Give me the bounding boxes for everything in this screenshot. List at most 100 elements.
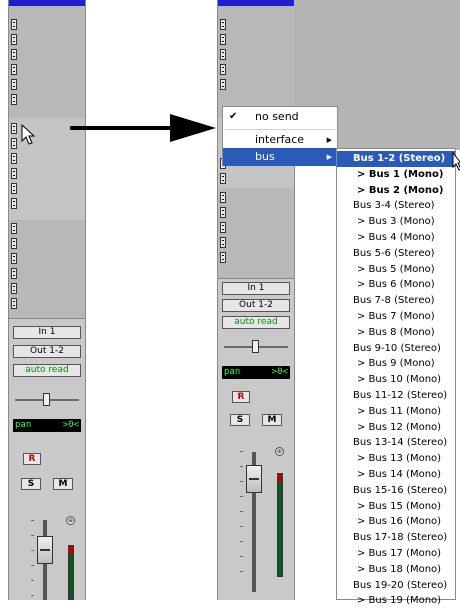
check-icon: ✔: [229, 111, 238, 122]
bus-menu-item[interactable]: Bus 5-6 (Stereo): [337, 246, 455, 262]
send-slot[interactable]: [11, 283, 17, 294]
menu-item-label: interface: [255, 133, 305, 146]
bus-menu-item[interactable]: Bus 17-18 (Stereo): [337, 530, 455, 546]
insert-slot[interactable]: [11, 34, 17, 45]
send-slot[interactable]: [220, 192, 226, 203]
send-slot[interactable]: [11, 223, 17, 234]
menu-item-interface[interactable]: interface ▶: [223, 131, 337, 149]
bus-menu-item[interactable]: > Bus 15 (Mono): [337, 499, 455, 515]
insert-slot[interactable]: [220, 79, 226, 90]
bus-menu-item[interactable]: Bus 11-12 (Stereo): [337, 388, 455, 404]
right-arrow-icon: [70, 114, 216, 142]
insert-slot[interactable]: [220, 19, 226, 30]
send-assignment-menu: ✔ no send interface ▶ bus ▶: [222, 106, 338, 166]
send-slot[interactable]: [11, 238, 17, 249]
bus-menu-item[interactable]: > Bus 19 (Mono): [337, 593, 455, 609]
submenu-arrow-icon: ▶: [326, 153, 332, 161]
automation-mode-selector[interactable]: auto read: [222, 316, 290, 329]
send-slot[interactable]: [11, 138, 17, 149]
insert-slot[interactable]: [11, 79, 17, 90]
bus-menu-item[interactable]: Bus 15-16 (Stereo): [337, 483, 455, 499]
volume-fader-cap[interactable]: [37, 536, 53, 564]
bus-menu-item[interactable]: > Bus 10 (Mono): [337, 372, 455, 388]
send-slot[interactable]: [11, 153, 17, 164]
insert-slot[interactable]: [220, 64, 226, 75]
insert-slot[interactable]: [11, 64, 17, 75]
insert-slot[interactable]: [11, 19, 17, 30]
bus-menu-item[interactable]: Bus 9-10 (Stereo): [337, 341, 455, 357]
insert-slot[interactable]: [11, 94, 17, 105]
volume-fader-cap[interactable]: [246, 465, 262, 493]
bus-submenu: Bus 1-2 (Stereo) > Bus 1 (Mono) > Bus 2 (M…: [336, 148, 456, 606]
menu-item-bus[interactable]: bus ▶: [223, 148, 337, 166]
insert-slot[interactable]: [220, 49, 226, 60]
fader-scale: [31, 515, 35, 600]
bus-menu-item[interactable]: > Bus 13 (Mono): [337, 451, 455, 467]
send-slot[interactable]: [11, 168, 17, 179]
bus-menu-item[interactable]: > Bus 2 (Mono): [337, 183, 455, 199]
output-selector[interactable]: Out 1-2: [13, 345, 81, 358]
send-slot[interactable]: [220, 173, 226, 184]
bus-menu-item[interactable]: > Bus 4 (Mono): [337, 230, 455, 246]
insert-slot[interactable]: [220, 34, 226, 45]
pan-slider-knob[interactable]: [252, 340, 259, 353]
bus-menu-item[interactable]: > Bus 7 (Mono): [337, 309, 455, 325]
send-slot[interactable]: [11, 123, 17, 134]
clip-indicator: [278, 474, 282, 482]
mute-button[interactable]: M: [53, 478, 73, 490]
inserts-section: [218, 6, 294, 119]
send-slot[interactable]: [220, 207, 226, 218]
bus-menu-item[interactable]: > Bus 5 (Mono): [337, 262, 455, 278]
inserts-section: [9, 6, 85, 119]
send-slot[interactable]: [220, 222, 226, 233]
record-enable-button[interactable]: R: [232, 391, 250, 403]
bus-menu-item[interactable]: > Bus 3 (Mono): [337, 214, 455, 230]
send-slot[interactable]: [220, 237, 226, 248]
level-meter: [277, 473, 283, 577]
output-selector[interactable]: Out 1-2: [222, 299, 290, 312]
send-slot[interactable]: [11, 183, 17, 194]
sends-f-j-section: [218, 188, 294, 279]
menu-item-no-send[interactable]: ✔ no send: [223, 108, 337, 126]
send-slot[interactable]: [11, 198, 17, 209]
bus-menu-item[interactable]: > Bus 8 (Mono): [337, 325, 455, 341]
pan-display: pan >0<: [222, 366, 290, 379]
bus-menu-item[interactable]: > Bus 16 (Mono): [337, 514, 455, 530]
automation-mode-selector[interactable]: auto read: [13, 364, 81, 377]
bus-menu-item[interactable]: Bus 7-8 (Stereo): [337, 293, 455, 309]
bus-menu-item[interactable]: Bus 19-20 (Stereo): [337, 578, 455, 594]
right-channel-strip: In 1 Out 1-2 auto read pan >0< R S M ⊕: [217, 0, 295, 600]
input-selector[interactable]: In 1: [222, 282, 290, 295]
submenu-arrow-icon: ▶: [326, 136, 332, 144]
bus-menu-item[interactable]: Bus 3-4 (Stereo): [337, 198, 455, 214]
bus-menu-item[interactable]: > Bus 17 (Mono): [337, 546, 455, 562]
group-id-icon: ⊕: [275, 447, 284, 456]
send-slot[interactable]: [11, 253, 17, 264]
record-enable-button[interactable]: R: [23, 453, 41, 465]
bus-menu-item[interactable]: > Bus 18 (Mono): [337, 562, 455, 578]
sends-f-j-section: [9, 220, 85, 319]
solo-button[interactable]: S: [230, 414, 250, 426]
mute-button[interactable]: M: [262, 414, 282, 426]
bus-menu-item[interactable]: > Bus 1 (Mono): [337, 167, 455, 183]
send-slot[interactable]: [11, 268, 17, 279]
pan-slider-knob[interactable]: [43, 393, 50, 406]
bus-menu-item[interactable]: > Bus 9 (Mono): [337, 356, 455, 372]
left-channel-strip: In 1 Out 1-2 auto read pan >0< R S M ⊕: [8, 0, 86, 600]
pan-value: >0<: [271, 367, 288, 377]
insert-slot[interactable]: [11, 49, 17, 60]
bus-menu-item[interactable]: Bus 13-14 (Stereo): [337, 435, 455, 451]
bus-menu-item[interactable]: > Bus 11 (Mono): [337, 404, 455, 420]
bus-menu-item[interactable]: > Bus 14 (Mono): [337, 467, 455, 483]
send-slot[interactable]: [220, 252, 226, 263]
mouse-pointer-icon: [452, 152, 460, 171]
bus-menu-item[interactable]: > Bus 6 (Mono): [337, 277, 455, 293]
bus-menu-item[interactable]: > Bus 12 (Mono): [337, 420, 455, 436]
send-slot[interactable]: [11, 298, 17, 309]
input-selector[interactable]: In 1: [13, 326, 81, 339]
bus-menu-item[interactable]: Bus 1-2 (Stereo): [337, 151, 455, 167]
pan-label: pan: [224, 367, 241, 377]
clip-indicator: [69, 546, 73, 554]
menu-item-label: no send: [255, 110, 299, 123]
solo-button[interactable]: S: [21, 478, 41, 490]
